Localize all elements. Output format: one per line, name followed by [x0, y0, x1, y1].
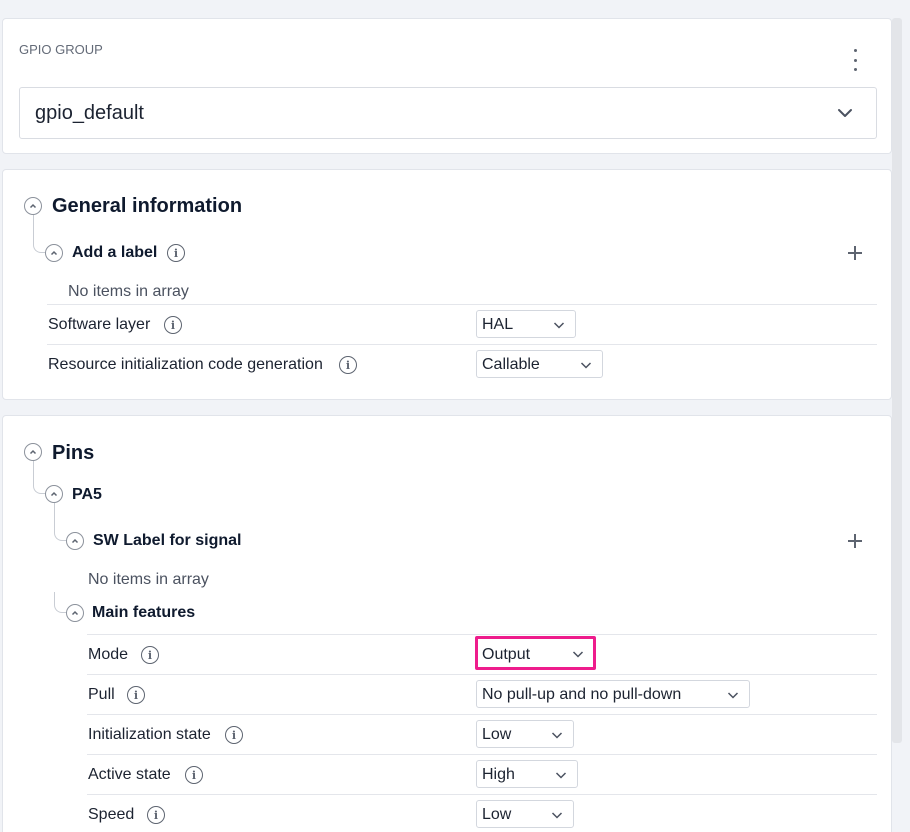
- mode-label: Mode: [88, 646, 129, 663]
- mode-value: Output: [482, 646, 531, 663]
- scrollbar[interactable]: [892, 18, 902, 743]
- tree-connector: [54, 502, 68, 541]
- chevron-down-icon: [553, 322, 565, 329]
- chevron-down-icon: [572, 651, 584, 658]
- mode-select[interactable]: Output: [475, 636, 596, 670]
- initialization-state-label: Initialization state: [88, 726, 211, 743]
- gpio-group-label: GPIO GROUP: [19, 42, 103, 57]
- collapse-sw-label-icon[interactable]: [66, 532, 84, 550]
- pull-value: No pull-up and no pull-down: [482, 686, 682, 703]
- tree-connector: [33, 214, 47, 253]
- divider: [87, 794, 877, 795]
- divider: [87, 634, 877, 635]
- info-icon[interactable]: i: [167, 244, 185, 262]
- active-state-value: High: [482, 766, 515, 783]
- add-label-empty-text: No items in array: [68, 283, 189, 300]
- pin-name: PA5: [72, 486, 102, 503]
- resource-init-value: Callable: [482, 356, 540, 373]
- chevron-down-icon: [555, 772, 567, 779]
- add-label-plus-icon[interactable]: [846, 244, 864, 262]
- chevron-down-icon: [551, 732, 563, 739]
- chevron-down-icon: [580, 362, 592, 369]
- divider: [87, 754, 877, 755]
- speed-info-icon[interactable]: i: [147, 806, 165, 824]
- active-state-label: Active state: [88, 766, 171, 783]
- speed-label: Speed: [88, 806, 135, 823]
- sw-label-title: SW Label for signal: [93, 532, 242, 549]
- resource-init-label: Resource initialization code generation: [48, 356, 323, 373]
- gpio-group-select[interactable]: gpio_default: [19, 87, 877, 139]
- sw-label-empty-text: No items in array: [88, 571, 209, 588]
- kebab-menu-icon[interactable]: [845, 49, 865, 71]
- divider: [87, 714, 877, 715]
- main-features-title: Main features: [92, 604, 196, 621]
- speed-select[interactable]: Low: [476, 800, 574, 828]
- resource-init-select[interactable]: Callable: [476, 350, 603, 378]
- chevron-down-icon: [838, 109, 852, 117]
- chevron-down-icon: [551, 812, 563, 819]
- add-sw-label-plus-icon[interactable]: [846, 532, 864, 550]
- software-layer-value: HAL: [482, 316, 514, 333]
- collapse-general-information-icon[interactable]: [24, 197, 42, 215]
- active-state-info-icon[interactable]: i: [185, 766, 203, 784]
- pull-label: Pull: [88, 686, 115, 703]
- tree-connector: [33, 460, 47, 494]
- add-label-title: Add a label: [72, 244, 158, 261]
- initialization-state-info-icon[interactable]: i: [225, 726, 243, 744]
- chevron-down-icon: [727, 692, 739, 699]
- pull-select[interactable]: No pull-up and no pull-down: [476, 680, 750, 708]
- collapse-pa5-icon[interactable]: [45, 485, 63, 503]
- software-layer-label: Software layer: [48, 316, 151, 333]
- pull-info-icon[interactable]: i: [127, 686, 145, 704]
- gpio-group-value: gpio_default: [35, 102, 144, 124]
- active-state-select[interactable]: High: [476, 760, 578, 788]
- pins-title: Pins: [52, 442, 95, 464]
- speed-value: Low: [482, 806, 512, 823]
- pins-card: Pins PA5 SW Label for signal No items in…: [2, 415, 892, 832]
- divider: [87, 674, 877, 675]
- mode-info-icon[interactable]: i: [141, 646, 159, 664]
- general-information-title: General information: [52, 195, 243, 217]
- divider: [47, 304, 877, 305]
- collapse-add-label-icon[interactable]: [45, 244, 63, 262]
- initialization-state-value: Low: [482, 726, 512, 743]
- collapse-pins-icon[interactable]: [24, 443, 42, 461]
- software-layer-select[interactable]: HAL: [476, 310, 576, 338]
- software-layer-info-icon[interactable]: i: [164, 316, 182, 334]
- general-information-card: General information Add a label i No ite…: [2, 169, 892, 400]
- collapse-main-features-icon[interactable]: [66, 604, 84, 622]
- resource-init-info-icon[interactable]: i: [339, 356, 357, 374]
- initialization-state-select[interactable]: Low: [476, 720, 574, 748]
- gpio-group-card: GPIO GROUP gpio_default: [2, 18, 892, 154]
- divider: [47, 344, 877, 345]
